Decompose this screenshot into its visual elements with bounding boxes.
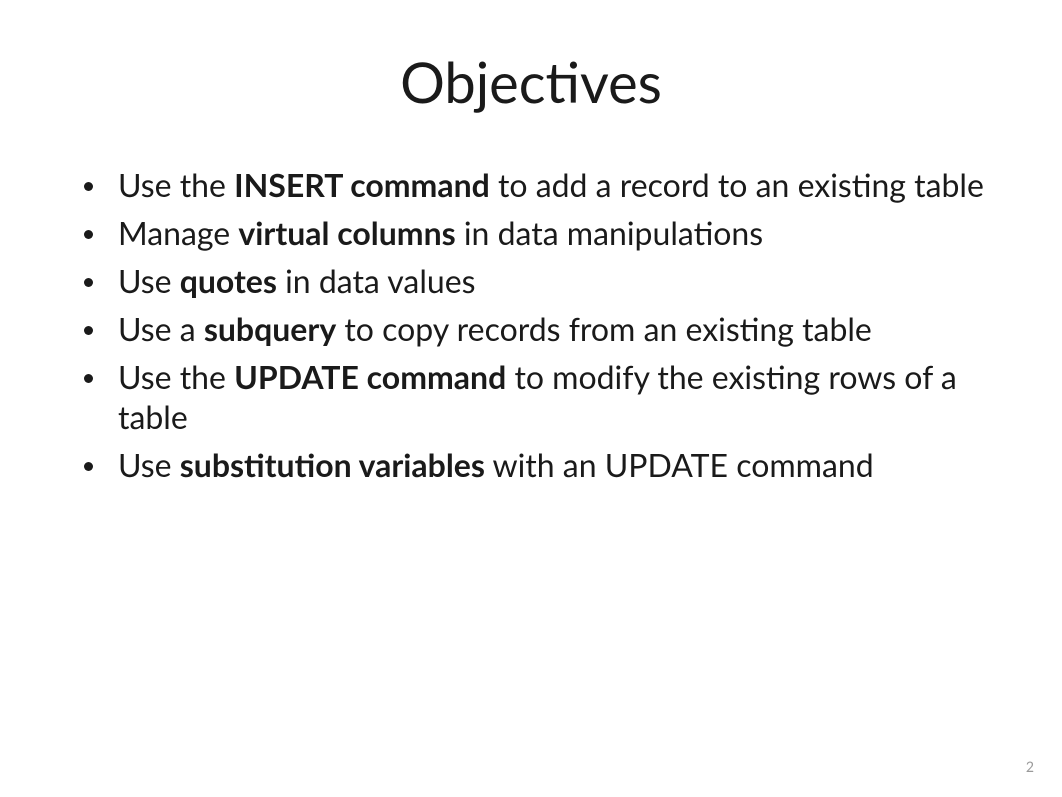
bullet-text-post: to add a record to an existing table [490,165,984,204]
list-item: Use the UPDATE command to modify the exi… [70,357,992,437]
bullet-text-bold: substitution variables [180,445,485,484]
bullet-text-bold: UPDATE command [234,357,506,396]
slide-content: Use the INSERT command to add a record t… [0,135,1062,485]
bullet-text-bold: quotes [180,261,277,300]
bullet-text-pre: Use a [118,309,204,348]
bullet-text-pre: Use [118,445,180,484]
list-item: Manage virtual columns in data manipulat… [70,213,992,253]
list-item: Use a subquery to copy records from an e… [70,309,992,349]
bullet-text-post: with an UPDATE command [485,445,874,484]
bullet-text-pre: Use the [118,357,234,396]
bullet-text-bold: subquery [204,309,336,348]
slide: Objectives Use the INSERT command to add… [0,0,1062,797]
bullet-text-pre: Use the [118,165,234,204]
bullet-text-pre: Manage [118,213,238,252]
bullet-list: Use the INSERT command to add a record t… [70,165,992,485]
bullet-text-post: in data manipulations [456,213,763,252]
list-item: Use substitution variables with an UPDAT… [70,445,992,485]
list-item: Use the INSERT command to add a record t… [70,165,992,205]
bullet-text-post: to copy records from an existing table [336,309,872,348]
page-number: 2 [1026,758,1034,775]
bullet-text-post: in data values [277,261,476,300]
bullet-text-bold: virtual columns [238,213,455,252]
bullet-text-pre: Use [118,261,180,300]
bullet-text-bold: INSERT command [234,165,490,204]
slide-title: Objectives [0,0,1062,135]
list-item: Use quotes in data values [70,261,992,301]
